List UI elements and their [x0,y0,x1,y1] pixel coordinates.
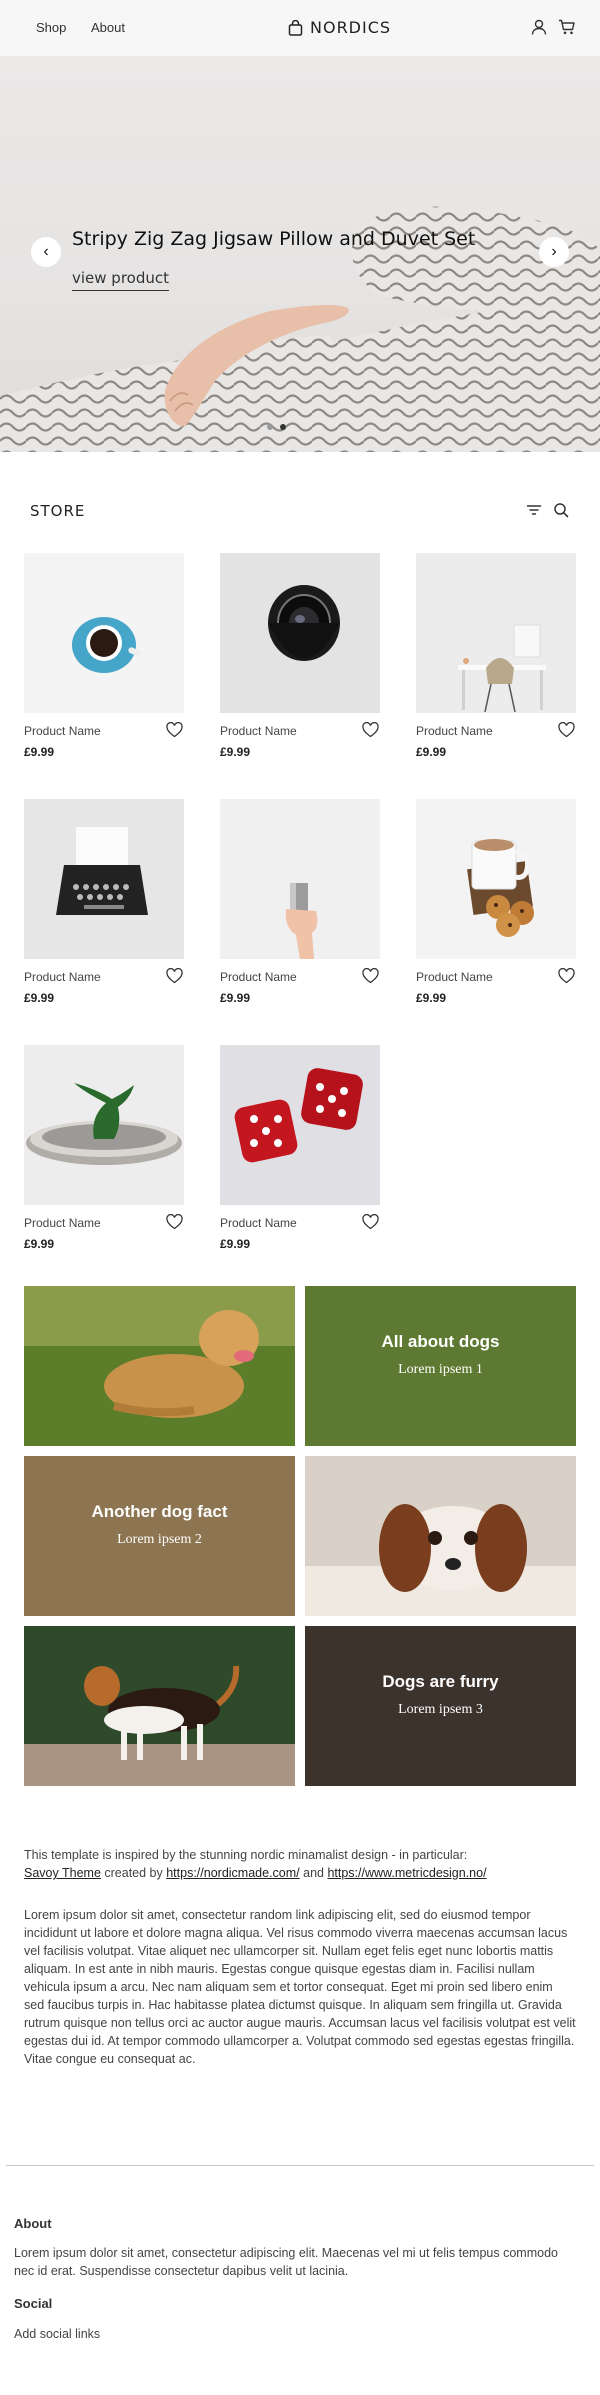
product-card[interactable]: Product Name £9.99 [24,553,184,759]
tile-title: All about dogs [381,1332,500,1351]
heart-icon[interactable] [362,722,379,738]
tile-subtitle: Lorem ipsem 3 [398,1702,483,1717]
heart-icon[interactable] [166,1214,183,1230]
footer-social-title: Social [14,2296,53,2311]
heart-icon[interactable] [166,968,183,984]
carousel-prev-button[interactable]: ‹ [31,237,61,267]
dog-fact-tile[interactable]: Dogs are furry Lorem ipsem 3 [305,1626,576,1786]
dog-photo-tile[interactable] [24,1626,295,1786]
product-image[interactable] [24,1045,184,1205]
product-price: £9.99 [220,1237,251,1251]
product-price: £9.99 [220,745,251,759]
nav-about-link[interactable]: About [91,20,125,35]
savoy-theme-link[interactable]: Savoy Theme [24,1866,101,1880]
product-card[interactable]: Product Name £9.99 [416,799,576,1005]
footer-about-title: About [14,2216,52,2231]
product-image[interactable] [220,553,380,713]
dog-photo [305,1456,576,1616]
product-image[interactable] [24,799,184,959]
product-image[interactable] [220,799,380,959]
store-title: STORE [30,502,86,520]
template-credits: This template is inspired by the stunnin… [24,1846,576,1882]
heart-icon[interactable] [166,722,183,738]
tile-subtitle: Lorem ipsem 1 [398,1362,483,1377]
product-name: Product Name [220,724,297,738]
dog-fact-tile[interactable]: Another dog fact Lorem ipsem 2 [24,1456,295,1616]
hero-carousel: Stripy Zig Zag Jigsaw Pillow and Duvet S… [0,56,600,452]
product-card[interactable]: Product Name £9.99 [220,799,380,1005]
search-icon[interactable] [553,502,569,518]
dog-photo-tile[interactable] [305,1456,576,1616]
product-card[interactable]: Product Name £9.99 [220,553,380,759]
metricdesign-link[interactable]: https://www.metricdesign.no/ [327,1866,486,1880]
user-icon[interactable] [530,18,548,36]
product-name: Product Name [24,970,101,984]
brand-name: NORDICS [310,18,392,37]
product-card[interactable]: Product Name £9.99 [220,1045,380,1251]
nordicmade-link[interactable]: https://nordicmade.com/ [166,1866,299,1880]
product-card[interactable]: Product Name £9.99 [24,1045,184,1251]
product-price: £9.99 [220,991,251,1005]
credits-text: This template is inspired by the stunnin… [24,1848,468,1862]
chevron-right-icon: › [551,243,557,260]
product-price: £9.99 [24,991,55,1005]
product-image[interactable] [220,1045,380,1205]
credits-text: and [299,1866,328,1880]
nav-shop-link[interactable]: Shop [36,20,66,35]
product-image[interactable] [24,553,184,713]
site-header: Shop About NORDICS [0,0,600,56]
product-card[interactable]: Product Name £9.99 [416,553,576,759]
hero-title: Stripy Zig Zag Jigsaw Pillow and Duvet S… [72,228,476,250]
carousel-dot[interactable] [267,424,273,430]
product-image[interactable] [416,799,576,959]
carousel-dot-active[interactable] [280,424,286,430]
product-price: £9.99 [416,991,447,1005]
tile-subtitle: Lorem ipsem 2 [117,1532,202,1547]
product-price: £9.99 [24,745,55,759]
tile-title: Dogs are furry [382,1672,499,1691]
dog-fact-tile[interactable]: All about dogs Lorem ipsem 1 [305,1286,576,1446]
product-name: Product Name [24,724,101,738]
product-image[interactable] [416,553,576,713]
dog-photo [24,1286,295,1446]
heart-icon[interactable] [558,722,575,738]
product-name: Product Name [24,1216,101,1230]
shopping-bag-icon [288,19,303,36]
heart-icon[interactable] [558,968,575,984]
dog-photo-tile[interactable] [24,1286,295,1446]
product-card[interactable]: Product Name £9.99 [24,799,184,1005]
product-name: Product Name [220,970,297,984]
carousel-next-button[interactable]: › [539,237,569,267]
footer-about-text: Lorem ipsum dolor sit amet, consectetur … [14,2246,558,2278]
product-price: £9.99 [416,745,447,759]
credits-text: created by [100,1866,167,1880]
hero-image [0,206,600,452]
product-name: Product Name [220,1216,297,1230]
product-price: £9.99 [24,1237,55,1251]
footer-social-text: Add social links [14,2327,101,2341]
chevron-left-icon: ‹ [43,243,49,260]
heart-icon[interactable] [362,968,379,984]
view-product-link[interactable]: view product [72,269,170,291]
filter-icon[interactable] [526,502,542,518]
lorem-paragraph: Lorem ipsum dolor sit amet, consectetur … [24,1908,576,2066]
tile-title: Another dog fact [91,1502,228,1521]
product-name: Product Name [416,970,493,984]
brand-logo[interactable]: NORDICS [288,18,391,37]
heart-icon[interactable] [362,1214,379,1230]
dog-photo [24,1626,295,1786]
footer-divider [6,2165,594,2166]
cart-icon[interactable] [558,18,576,36]
product-name: Product Name [416,724,493,738]
